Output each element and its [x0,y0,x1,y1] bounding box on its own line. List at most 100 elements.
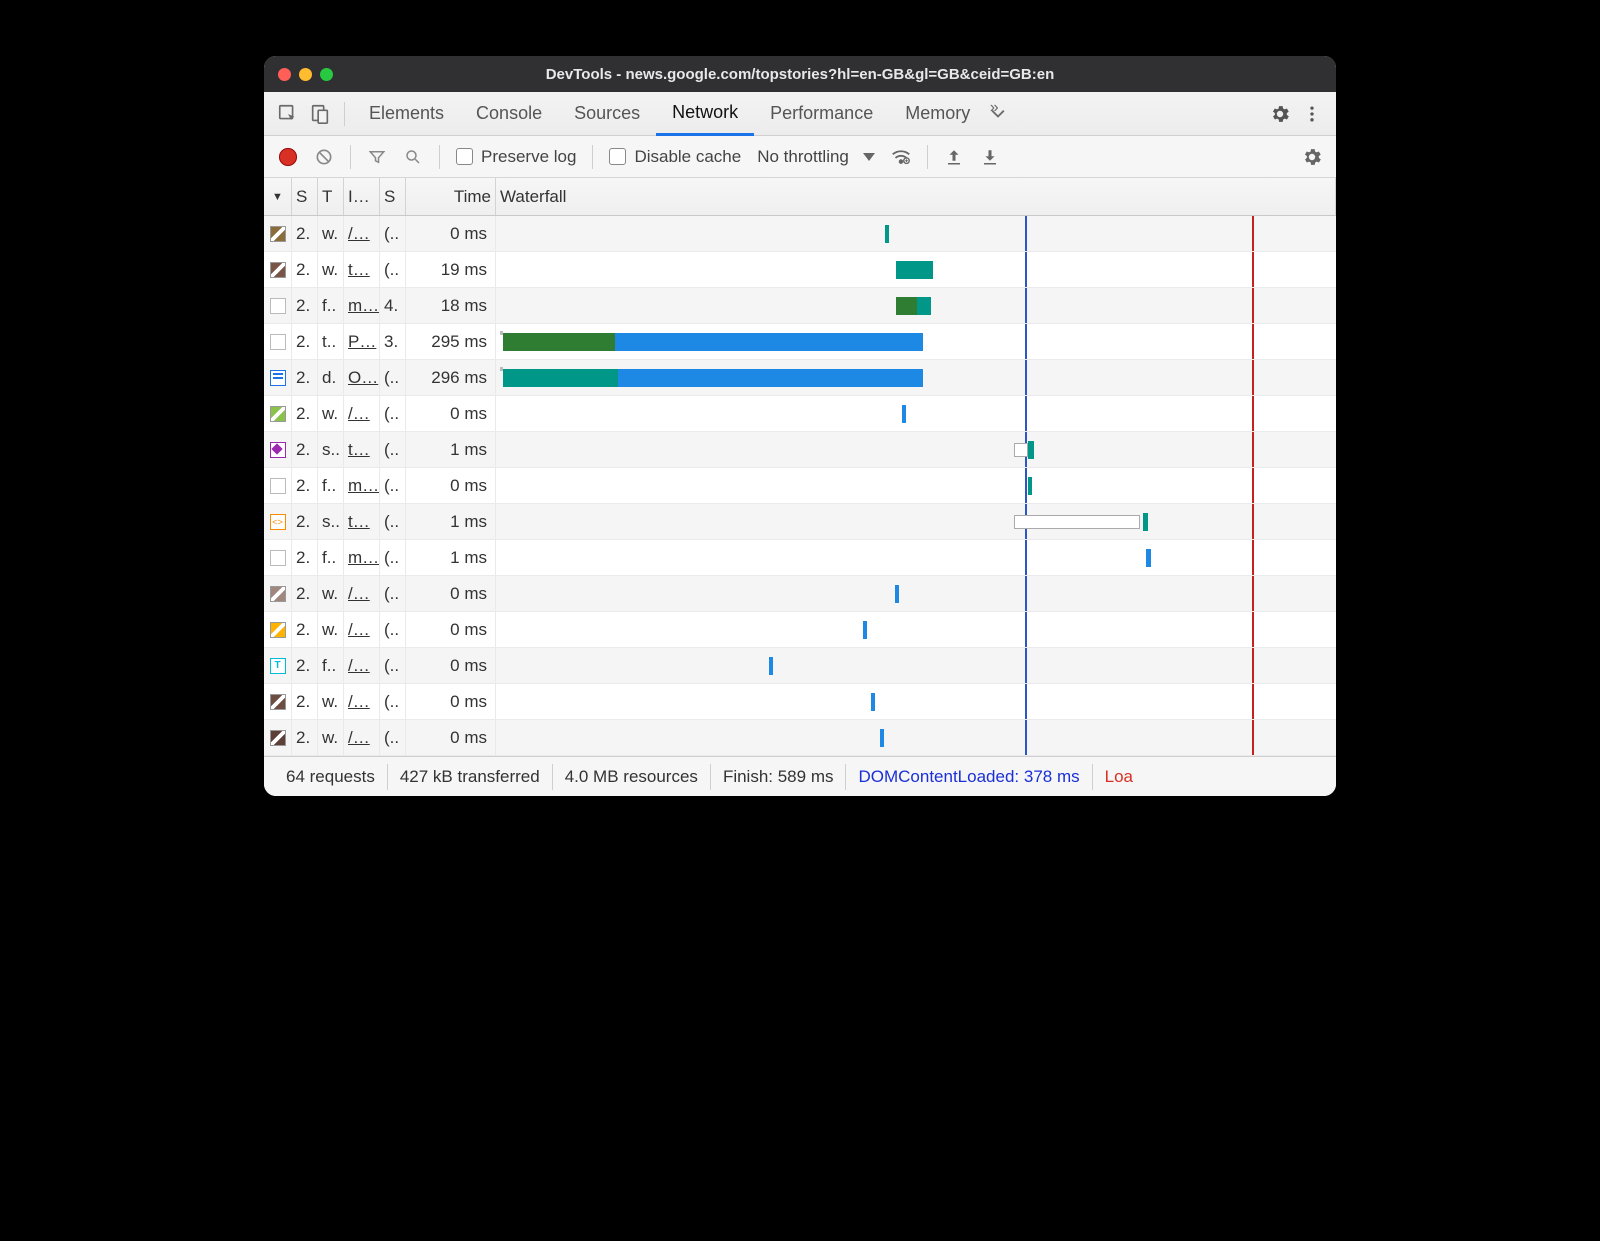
minimize-window-button[interactable] [299,68,312,81]
row-size: (.. [380,252,406,287]
row-type: w. [318,216,344,251]
table-row[interactable]: 2.w./…(..0 ms [264,720,1336,756]
row-icon [264,468,292,503]
row-size: (.. [380,432,406,467]
status-resources: 4.0 MB resources [553,764,711,790]
close-window-button[interactable] [278,68,291,81]
col-type[interactable]: T [318,178,344,215]
preserve-log-checkbox[interactable]: Preserve log [450,147,582,167]
table-row[interactable]: 2.w./…(..0 ms [264,396,1336,432]
row-type: w. [318,720,344,755]
clear-button[interactable] [308,141,340,173]
tab-console[interactable]: Console [460,92,558,136]
separator [350,145,351,169]
row-icon: <> [264,504,292,539]
row-waterfall [496,396,1336,431]
tab-sources[interactable]: Sources [558,92,656,136]
row-status: 2. [292,324,318,359]
filter-icon[interactable] [361,141,393,173]
record-button[interactable] [272,141,304,173]
row-initiator[interactable]: /… [344,216,380,251]
table-row[interactable]: 2.f..m…(..1 ms [264,540,1336,576]
row-time: 1 ms [406,504,496,539]
row-waterfall [496,252,1336,287]
row-initiator[interactable]: t… [344,504,380,539]
row-initiator[interactable]: /… [344,576,380,611]
maximize-window-button[interactable] [320,68,333,81]
row-waterfall [496,540,1336,575]
table-row[interactable]: 2.w./…(..0 ms [264,684,1336,720]
row-waterfall [496,648,1336,683]
row-size: (.. [380,684,406,719]
row-status: 2. [292,720,318,755]
row-initiator[interactable]: m… [344,468,380,503]
disable-cache-checkbox[interactable]: Disable cache [603,147,747,167]
row-initiator[interactable]: t… [344,252,380,287]
dropdown-icon [863,153,875,161]
row-waterfall [496,324,1336,359]
col-status[interactable]: S [292,178,318,215]
row-initiator[interactable]: /… [344,648,380,683]
tab-elements[interactable]: Elements [353,92,460,136]
settings-icon[interactable] [1264,98,1296,130]
row-initiator[interactable]: m… [344,540,380,575]
row-icon [264,684,292,719]
row-size: (.. [380,468,406,503]
row-initiator[interactable]: /… [344,396,380,431]
row-time: 295 ms [406,324,496,359]
tab-performance[interactable]: Performance [754,92,889,136]
table-row[interactable]: 2.s..t…(..1 ms [264,432,1336,468]
table-row[interactable]: 2.w./…(..0 ms [264,216,1336,252]
tab-network[interactable]: Network [656,92,754,136]
status-bar: 64 requests 427 kB transferred 4.0 MB re… [264,756,1336,796]
device-toolbar-icon[interactable] [304,98,336,130]
row-waterfall [496,360,1336,395]
row-time: 0 ms [406,720,496,755]
download-har-icon[interactable] [974,141,1006,173]
col-name[interactable]: ▼ [264,178,292,215]
table-row[interactable]: 2.t..P…3.295 ms [264,324,1336,360]
table-row[interactable]: 2.w./…(..0 ms [264,576,1336,612]
table-row[interactable]: 2.d.O…(..296 ms [264,360,1336,396]
row-initiator[interactable]: P… [344,324,380,359]
row-initiator[interactable]: /… [344,612,380,647]
table-row[interactable]: T2.f../…(..0 ms [264,648,1336,684]
row-type: w. [318,612,344,647]
status-dcl: DOMContentLoaded: 378 ms [846,764,1092,790]
more-menu-icon[interactable] [1296,98,1328,130]
col-size[interactable]: S [380,178,406,215]
row-time: 1 ms [406,432,496,467]
row-type: t.. [318,324,344,359]
row-initiator[interactable]: t… [344,432,380,467]
more-tabs-icon[interactable]: » [986,98,1018,130]
table-row[interactable]: 2.w./…(..0 ms [264,612,1336,648]
network-settings-icon[interactable] [1296,141,1328,173]
row-status: 2. [292,288,318,323]
row-type: s.. [318,432,344,467]
network-conditions-icon[interactable] [885,141,917,173]
col-initiator[interactable]: I… [344,178,380,215]
row-size: 3. [380,324,406,359]
throttling-select[interactable]: No throttling [751,147,881,167]
table-row[interactable]: 2.w.t…(..19 ms [264,252,1336,288]
row-type: f.. [318,648,344,683]
upload-har-icon[interactable] [938,141,970,173]
table-row[interactable]: 2.f..m…(..0 ms [264,468,1336,504]
row-type: w. [318,252,344,287]
row-initiator[interactable]: O… [344,360,380,395]
col-waterfall[interactable]: Waterfall [496,178,1336,215]
table-row[interactable]: <>2.s..t…(..1 ms [264,504,1336,540]
row-icon [264,540,292,575]
row-status: 2. [292,540,318,575]
table-row[interactable]: 2.f..m…4.18 ms [264,288,1336,324]
row-status: 2. [292,432,318,467]
col-time[interactable]: Time [406,178,496,215]
row-icon [264,252,292,287]
inspect-element-icon[interactable] [272,98,304,130]
row-initiator[interactable]: /… [344,684,380,719]
row-initiator[interactable]: m… [344,288,380,323]
row-icon [264,432,292,467]
search-icon[interactable] [397,141,429,173]
row-initiator[interactable]: /… [344,720,380,755]
tab-memory[interactable]: Memory [889,92,986,136]
